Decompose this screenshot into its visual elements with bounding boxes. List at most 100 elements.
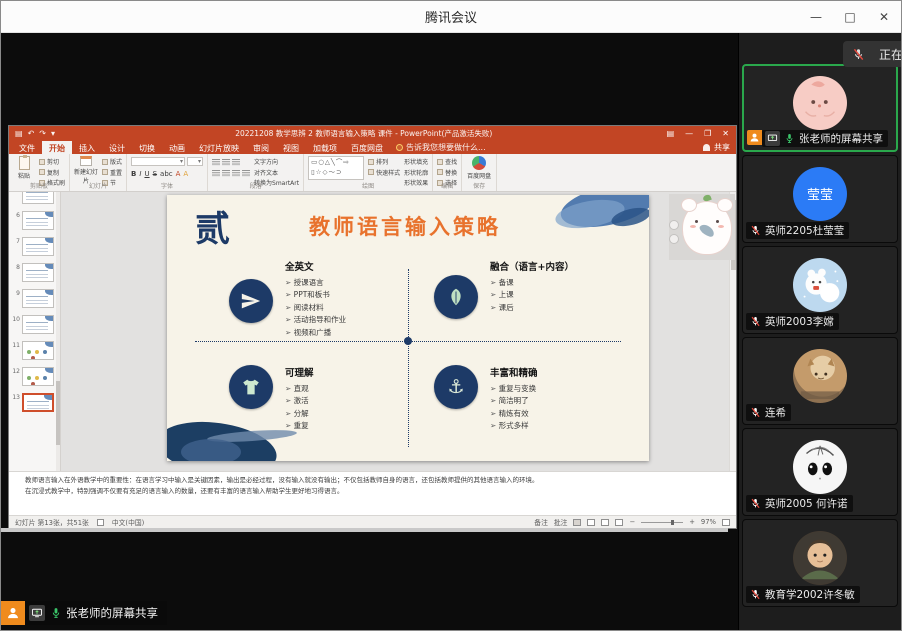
shape-fill-button[interactable]: 形状填充 xyxy=(404,157,428,166)
thumbnail-slide-7[interactable]: 7 xyxy=(12,237,55,256)
arrange-button[interactable]: 排列 xyxy=(368,157,400,166)
minimize-icon[interactable]: — xyxy=(799,1,833,33)
align-center-icon[interactable] xyxy=(222,169,231,177)
align-left-icon[interactable] xyxy=(212,169,221,177)
thumbnail-slide-9[interactable]: 9 xyxy=(12,289,55,308)
thumbnail-scrollbar[interactable] xyxy=(56,192,60,471)
thumbnail-slide-11[interactable]: 11 xyxy=(12,341,55,360)
maximize-icon[interactable]: □ xyxy=(833,1,867,33)
thumbnail-slide-6[interactable]: 6 xyxy=(12,211,55,230)
indent-icon[interactable] xyxy=(232,159,241,166)
tab-review[interactable]: 审阅 xyxy=(246,141,276,154)
bullet-list-icon[interactable] xyxy=(212,159,221,166)
slide-sorter-view-icon[interactable] xyxy=(587,518,596,526)
quick-styles-button[interactable]: 快速样式 xyxy=(368,168,400,177)
reset-button[interactable]: 重置 xyxy=(102,168,122,177)
reading-view-icon[interactable] xyxy=(601,518,610,526)
notes-toggle[interactable]: 备注 xyxy=(534,517,548,527)
participant-name: 英师2205杜莹莹 xyxy=(765,225,845,237)
ppt-close-icon[interactable]: ✕ xyxy=(722,129,729,138)
normal-view-icon[interactable] xyxy=(573,518,582,526)
thumbnail-slide-13-selected[interactable]: 13 xyxy=(12,393,55,412)
sticker-button-icon[interactable] xyxy=(669,220,679,230)
copy-icon xyxy=(39,169,45,175)
sticker-button-icon[interactable] xyxy=(669,234,679,244)
number-list-icon[interactable] xyxy=(222,159,231,166)
tab-animations[interactable]: 动画 xyxy=(162,141,192,154)
tab-file[interactable]: 文件 xyxy=(12,141,42,154)
mic-muted-icon[interactable] xyxy=(852,48,865,61)
meeting-status-toolbar[interactable]: 正在 xyxy=(843,41,901,67)
reset-icon xyxy=(102,169,109,175)
qat-dropdown-icon[interactable]: ▾ xyxy=(51,129,55,138)
highlight-color-icon[interactable]: A xyxy=(183,170,188,178)
layout-button[interactable]: 版式 xyxy=(102,157,122,166)
zoom-level[interactable]: 97% xyxy=(701,518,716,526)
participant-name: 英师2005 何许诺 xyxy=(765,498,848,510)
clear-format-icon[interactable]: abc xyxy=(160,170,173,178)
thumbnail-slide-12[interactable]: 12 xyxy=(12,367,55,386)
font-size-input[interactable] xyxy=(187,157,204,166)
baidu-netdisk-button[interactable]: 百度网盘 xyxy=(466,156,492,180)
font-name-input[interactable] xyxy=(131,157,186,166)
align-text-button[interactable]: 对齐文本 xyxy=(254,168,299,177)
text-direction-button[interactable]: 文字方向 xyxy=(254,157,299,166)
paste-button[interactable]: 粘贴 xyxy=(13,155,35,180)
tab-home[interactable]: 开始 xyxy=(42,141,72,154)
font-color-icon[interactable]: A xyxy=(176,170,181,178)
language-indicator[interactable]: 中文(中国) xyxy=(112,517,145,527)
share-button[interactable]: 共享 xyxy=(714,142,730,153)
replace-button[interactable]: 替换 xyxy=(437,168,457,177)
justify-icon[interactable] xyxy=(242,169,251,177)
shapes-gallery[interactable]: ▭○△╲⌒⇨ ▯☆◇〜⊃ xyxy=(308,156,365,180)
tab-baidu-netdisk[interactable]: 百度网盘 xyxy=(344,141,390,154)
thumbnail-slide-10[interactable]: 10 xyxy=(12,315,55,334)
avatar-initials: 莹莹 xyxy=(806,188,833,204)
tab-transitions[interactable]: 切换 xyxy=(132,141,162,154)
layout-icon xyxy=(102,158,109,165)
close-icon[interactable]: ✕ xyxy=(867,1,901,33)
fit-to-window-icon[interactable] xyxy=(722,518,730,526)
cut-button[interactable]: 剪切 xyxy=(39,157,65,166)
comments-toggle[interactable]: 批注 xyxy=(554,517,568,527)
ppt-minimize-icon[interactable]: — xyxy=(685,129,693,138)
strikethrough-icon[interactable]: S xyxy=(153,170,157,178)
zoom-out-icon[interactable]: − xyxy=(629,518,635,526)
thumbnail-slide-5[interactable]: 5 xyxy=(12,192,55,204)
redo-icon[interactable]: ↷ xyxy=(39,129,46,138)
participant-tile-he[interactable]: 英师2005 何许诺 xyxy=(742,428,898,516)
thumbnail-slide-8[interactable]: 8 xyxy=(12,263,55,282)
sharer-name: 张老师的屏幕共享 xyxy=(66,606,158,620)
underline-icon[interactable]: U xyxy=(144,170,149,178)
desktop-pet-sticker[interactable] xyxy=(669,193,735,260)
participant-tile-zhang[interactable]: 张老师的屏幕共享 xyxy=(742,64,898,152)
participant-tile-li[interactable]: 英师2003李嫦 xyxy=(742,246,898,334)
bold-icon[interactable]: B xyxy=(131,170,136,178)
tab-addins[interactable]: 加载项 xyxy=(306,141,344,154)
tab-design[interactable]: 设计 xyxy=(102,141,132,154)
ppt-maximize-icon[interactable]: ❐ xyxy=(704,129,711,138)
participant-tile-du[interactable]: 莹莹 英师2205杜莹莹 xyxy=(742,155,898,243)
zoom-slider[interactable] xyxy=(641,519,684,525)
align-right-icon[interactable] xyxy=(232,169,241,177)
ribbon-options-icon[interactable]: ▤ xyxy=(667,129,675,138)
shape-outline-button[interactable]: 形状轮廓 xyxy=(404,168,428,177)
find-button[interactable]: 查找 xyxy=(437,157,457,166)
spellcheck-icon[interactable] xyxy=(96,518,104,526)
participant-tile-xu[interactable]: 教育学2002许冬敏 xyxy=(742,519,898,607)
tell-me-box[interactable]: 告诉我您想要做什么... xyxy=(390,141,492,154)
save-icon[interactable]: ▤ xyxy=(15,129,23,138)
bullet-item: 备课 xyxy=(490,277,574,289)
tab-insert[interactable]: 插入 xyxy=(72,141,102,154)
tab-view[interactable]: 视图 xyxy=(276,141,306,154)
copy-button[interactable]: 复制 xyxy=(39,168,65,177)
bullet-item: 分解 xyxy=(285,408,314,420)
zoom-in-icon[interactable]: + xyxy=(689,518,695,526)
bullet-item: 简洁明了 xyxy=(490,395,538,407)
participant-tile-lian[interactable]: 连希 xyxy=(742,337,898,425)
italic-icon[interactable]: I xyxy=(139,170,141,178)
speaker-notes-pane[interactable]: 教师语言输入在外语教学中的重要性：在语言学习中输入是关键因素，输出是必经过程，没… xyxy=(9,471,736,515)
slideshow-view-icon[interactable] xyxy=(615,518,624,526)
undo-icon[interactable]: ↶ xyxy=(28,129,35,138)
tab-slideshow[interactable]: 幻灯片放映 xyxy=(192,141,246,154)
